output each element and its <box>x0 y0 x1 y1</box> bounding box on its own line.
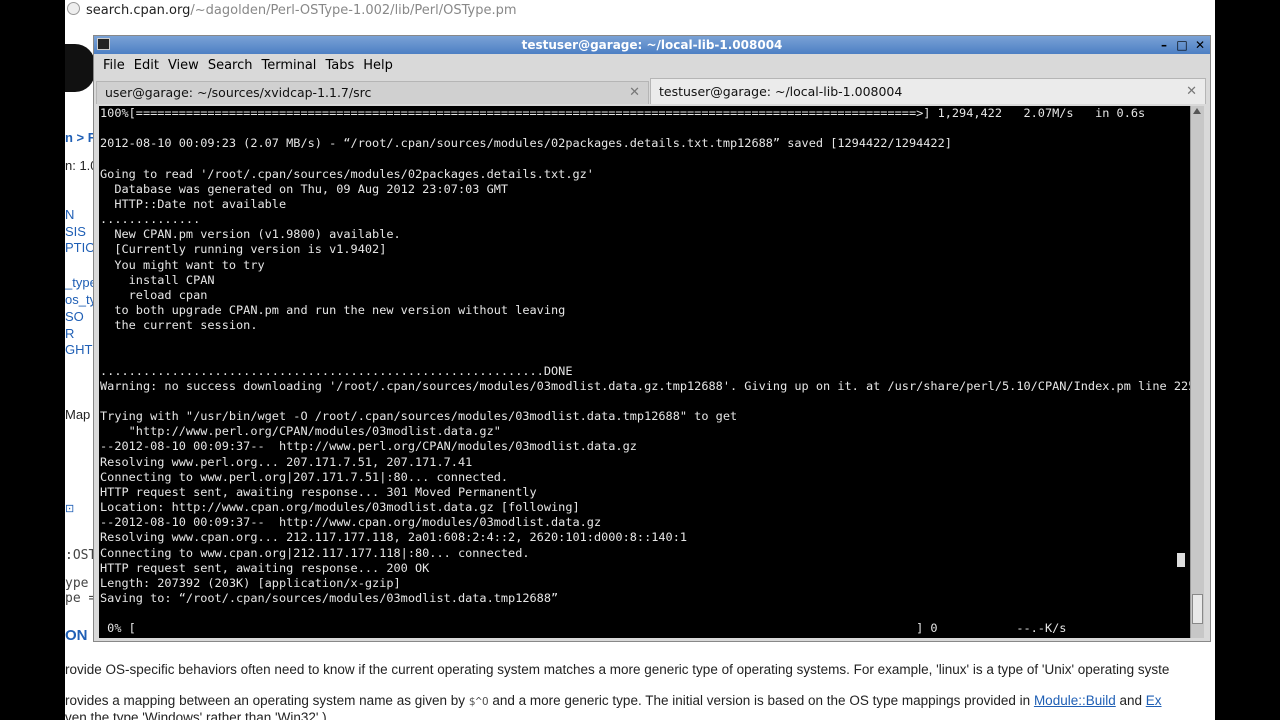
terminal-line: ........................................… <box>100 363 573 378</box>
toc-link-copyright[interactable]: GHT <box>65 342 92 357</box>
tab-close-icon[interactable]: ✕ <box>629 82 640 104</box>
description-paragraph-2: rovides a mapping between an operating s… <box>65 693 1162 708</box>
code-fragment: pe = <box>65 591 97 606</box>
tab-xvidcap[interactable]: user@garage: ~/sources/xvidcap-1.1.7/src… <box>96 81 649 104</box>
url-host: search.cpan.org <box>86 3 191 18</box>
terminal-line: 0% [ ] 0 --.-K/s <box>100 621 1067 636</box>
url-path: /~dagolden/Perl-OSType-1.002/lib/Perl/OS… <box>190 3 517 18</box>
menu-bar: File Edit View Search Terminal Tabs Help <box>94 55 1210 76</box>
tab-label: testuser@garage: ~/local-lib-1.008004 <box>659 84 903 99</box>
terminal-line: 100%[===================================… <box>100 106 1146 120</box>
toc-link-name[interactable]: N <box>65 207 74 222</box>
terminal-line: Location: http://www.cpan.org/modules/03… <box>100 500 580 515</box>
terminal-line: Database was generated on Thu, 09 Aug 20… <box>100 181 509 196</box>
menu-terminal[interactable]: Terminal <box>261 55 316 76</box>
terminal-cursor <box>1177 553 1185 567</box>
map-fragment: Map <box>65 407 91 422</box>
minimize-icon[interactable]: – <box>1156 36 1172 54</box>
url-bar[interactable]: search.cpan.org/~dagolden/Perl-OSType-1.… <box>65 0 1215 22</box>
extutils-link[interactable]: Ex <box>1146 693 1162 708</box>
menu-edit[interactable]: Edit <box>134 55 159 76</box>
toc-link-author[interactable]: R <box>65 326 74 341</box>
terminal-line: --2012-08-10 00:09:37-- http://www.cpan.… <box>100 515 602 530</box>
tab-label: user@garage: ~/sources/xvidcap-1.1.7/src <box>105 85 372 100</box>
section-heading: ON <box>65 627 88 644</box>
description-paragraph-3: ven the type 'Windows' rather than 'Win3… <box>65 710 327 720</box>
maximize-icon[interactable]: □ <box>1174 36 1190 54</box>
terminal-text: 100%[===================================… <box>99 106 1190 636</box>
toc-link-description[interactable]: PTIO <box>65 240 95 255</box>
tab-close-icon[interactable]: ✕ <box>1186 79 1197 105</box>
description-paragraph-1: rovide OS-specific behaviors often need … <box>65 662 1170 677</box>
scrollbar-thumb[interactable] <box>1192 594 1203 624</box>
terminal-line: HTTP request sent, awaiting response... … <box>100 560 430 575</box>
menu-help[interactable]: Help <box>363 55 393 76</box>
module-build-link[interactable]: Module::Build <box>1034 693 1116 708</box>
terminal-line: HTTP::Date not available <box>100 196 287 211</box>
menu-search[interactable]: Search <box>208 55 253 76</box>
window-title: testuser@garage: ~/local-lib-1.008004 <box>521 38 783 52</box>
menu-tabs[interactable]: Tabs <box>325 55 354 76</box>
site-icon <box>67 2 80 15</box>
terminal-line: Length: 207392 (203K) [application/x-gzi… <box>100 575 401 590</box>
terminal-line: [Currently running version is v1.9402] <box>100 242 387 257</box>
toc-link-is-os-type[interactable]: os_ty <box>65 292 96 307</box>
terminal-line: New CPAN.pm version (v1.9800) available. <box>100 227 401 242</box>
terminal-line: Resolving www.cpan.org... 212.117.177.11… <box>100 530 688 545</box>
terminal-line: Saving to: “/root/.cpan/sources/modules/… <box>100 591 559 605</box>
terminal-output[interactable]: 100%[===================================… <box>99 106 1190 638</box>
terminal-line: the current session. <box>100 318 258 333</box>
terminal-line: "http://www.perl.org/CPAN/modules/03modl… <box>100 424 501 439</box>
code-fragment: ype <box>65 576 89 591</box>
terminal-app-icon[interactable] <box>97 38 110 50</box>
terminal-window: testuser@garage: ~/local-lib-1.008004 – … <box>93 35 1211 642</box>
scroll-up-icon[interactable] <box>1193 108 1201 114</box>
terminal-line: Trying with "/usr/bin/wget -O /root/.cpa… <box>100 409 738 424</box>
breadcrumb-fragment[interactable]: n > F <box>65 130 96 145</box>
terminal-line: HTTP request sent, awaiting response... … <box>100 484 537 499</box>
terminal-line: Resolving www.perl.org... 207.171.7.51, … <box>100 454 473 469</box>
terminal-scrollbar[interactable] <box>1190 106 1204 638</box>
terminal-line: Connecting to www.cpan.org|212.117.177.1… <box>100 545 530 560</box>
terminal-line: 2012-08-10 00:09:23 (2.07 MB/s) - “/root… <box>100 136 952 151</box>
terminal-line: .............. <box>100 212 201 227</box>
code-fragment: :OST <box>65 548 97 563</box>
menu-file[interactable]: File <box>103 55 125 76</box>
window-titlebar[interactable]: testuser@garage: ~/local-lib-1.008004 – … <box>94 36 1210 54</box>
menu-view[interactable]: View <box>168 55 199 76</box>
close-icon[interactable]: ✕ <box>1192 36 1208 54</box>
terminal-line: reload cpan <box>100 287 208 302</box>
tab-local-lib[interactable]: testuser@garage: ~/local-lib-1.008004 ✕ <box>650 78 1206 104</box>
terminal-line: You might want to try <box>100 257 265 272</box>
external-link-icon[interactable]: ⊡ <box>65 502 74 515</box>
tab-bar: user@garage: ~/sources/xvidcap-1.1.7/src… <box>94 78 1210 104</box>
terminal-line: Warning: no success downloading '/root/.… <box>100 378 1190 393</box>
toc-link-see-also[interactable]: SO <box>65 309 84 324</box>
terminal-line: Connecting to www.perl.org|207.171.7.51|… <box>100 469 509 484</box>
toc-link-synopsis[interactable]: SIS <box>65 224 86 239</box>
terminal-line: to both upgrade CPAN.pm and run the new … <box>100 303 566 318</box>
terminal-line: install CPAN <box>100 272 215 287</box>
terminal-line: --2012-08-10 00:09:37-- http://www.perl.… <box>100 439 637 454</box>
terminal-line: Going to read '/root/.cpan/sources/modul… <box>100 166 594 181</box>
